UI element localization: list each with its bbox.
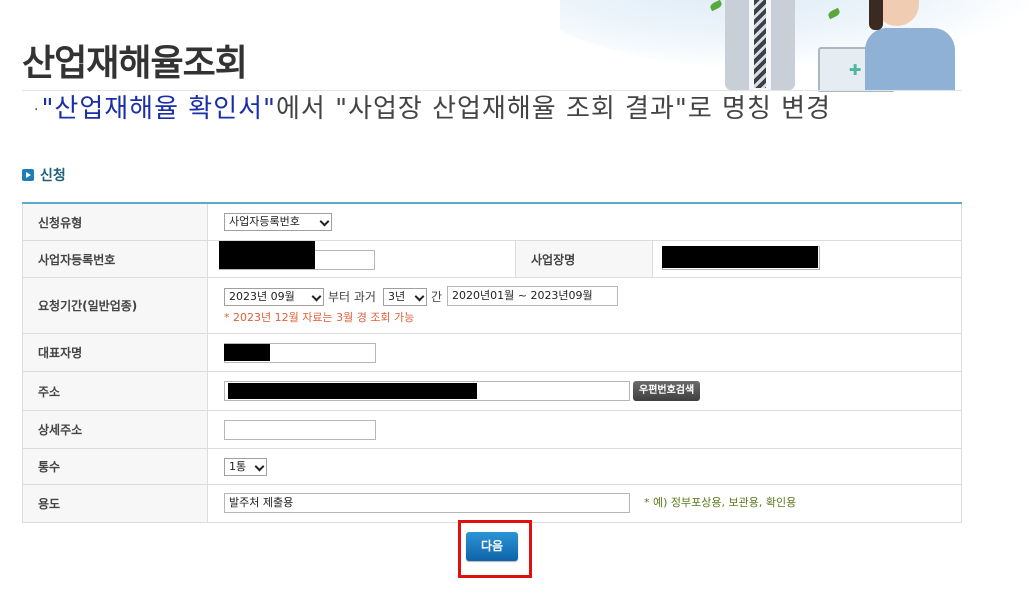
label-application-type: 신청유형: [22, 204, 208, 240]
period-gan-text: 간: [431, 290, 443, 304]
application-type-select[interactable]: 사업자등록번호: [224, 213, 332, 231]
label-address: 주소: [22, 372, 208, 410]
notice-text: 에서 "사업장 산업재해율 조회 결과"로 명칭 변경: [276, 94, 831, 124]
redacted-block: [662, 246, 818, 268]
label-business-number: 사업자등록번호: [22, 241, 208, 277]
label-representative: 대표자명: [22, 334, 208, 371]
row-request-period: 요청기간(일반업종) 2023년 09월 부터 과거 3년 간 2020년01월…: [22, 278, 962, 334]
purpose-field[interactable]: 발주처 제출용: [224, 493, 630, 513]
application-form: 신청유형 사업자등록번호 사업자등록번호 사업장명 요청기간(일반업종) 202…: [22, 202, 962, 523]
next-button[interactable]: 다음: [466, 532, 518, 561]
purpose-hint: * 예) 정부포상용, 보관용, 확인용: [644, 496, 797, 509]
label-business-name: 사업장명: [515, 241, 653, 277]
header-illustration: ✚: [560, 0, 1029, 92]
section-header: 신청: [22, 167, 66, 184]
postcode-search-button[interactable]: 우편번호검색: [633, 381, 701, 401]
period-years-select[interactable]: 3년: [383, 288, 427, 306]
redacted-block: [219, 241, 315, 269]
section-title: 신청: [40, 168, 66, 184]
businessman-figure: [725, 0, 795, 90]
detail-address-field[interactable]: [224, 420, 376, 440]
period-note: * 2023년 12월 자료는 3월 경 조회 가능: [224, 311, 415, 324]
chevron-down-icon: [319, 216, 330, 227]
play-icon: [22, 169, 34, 181]
chevron-down-icon: [254, 461, 265, 472]
operator-figure: [865, 0, 955, 90]
redacted-block: [228, 383, 477, 399]
row-application-type: 신청유형 사업자등록번호: [22, 204, 962, 241]
period-month-select[interactable]: 2023년 09월: [224, 288, 324, 306]
row-representative: 대표자명: [22, 334, 962, 372]
row-business-number: 사업자등록번호 사업장명: [22, 241, 962, 278]
redacted-block: [224, 344, 270, 361]
period-from-text: 부터 과거: [328, 290, 376, 304]
label-copies: 통수: [22, 449, 208, 484]
rename-notice: ·"산업재해율 확인서"에서 "사업장 산업재해율 조회 결과"로 명칭 변경: [34, 88, 831, 125]
chevron-down-icon: [414, 291, 425, 302]
row-purpose: 용도 발주처 제출용 * 예) 정부포상용, 보관용, 확인용: [22, 485, 962, 523]
copies-select[interactable]: 1통: [224, 458, 267, 476]
page-title: 산업재해율조회: [22, 43, 248, 84]
period-range-field[interactable]: 2020년01월 ~ 2023년09월: [447, 286, 618, 306]
row-detail-address: 상세주소: [22, 411, 962, 449]
chevron-down-icon: [311, 291, 322, 302]
label-detail-address: 상세주소: [22, 411, 208, 448]
notice-old-name: "산업재해율 확인서": [41, 94, 276, 124]
row-address: 주소 우편번호검색: [22, 372, 962, 411]
label-purpose: 용도: [22, 485, 208, 522]
notice-bullet: ·: [34, 101, 40, 118]
row-copies: 통수 1통: [22, 449, 962, 485]
label-request-period: 요청기간(일반업종): [22, 278, 208, 333]
